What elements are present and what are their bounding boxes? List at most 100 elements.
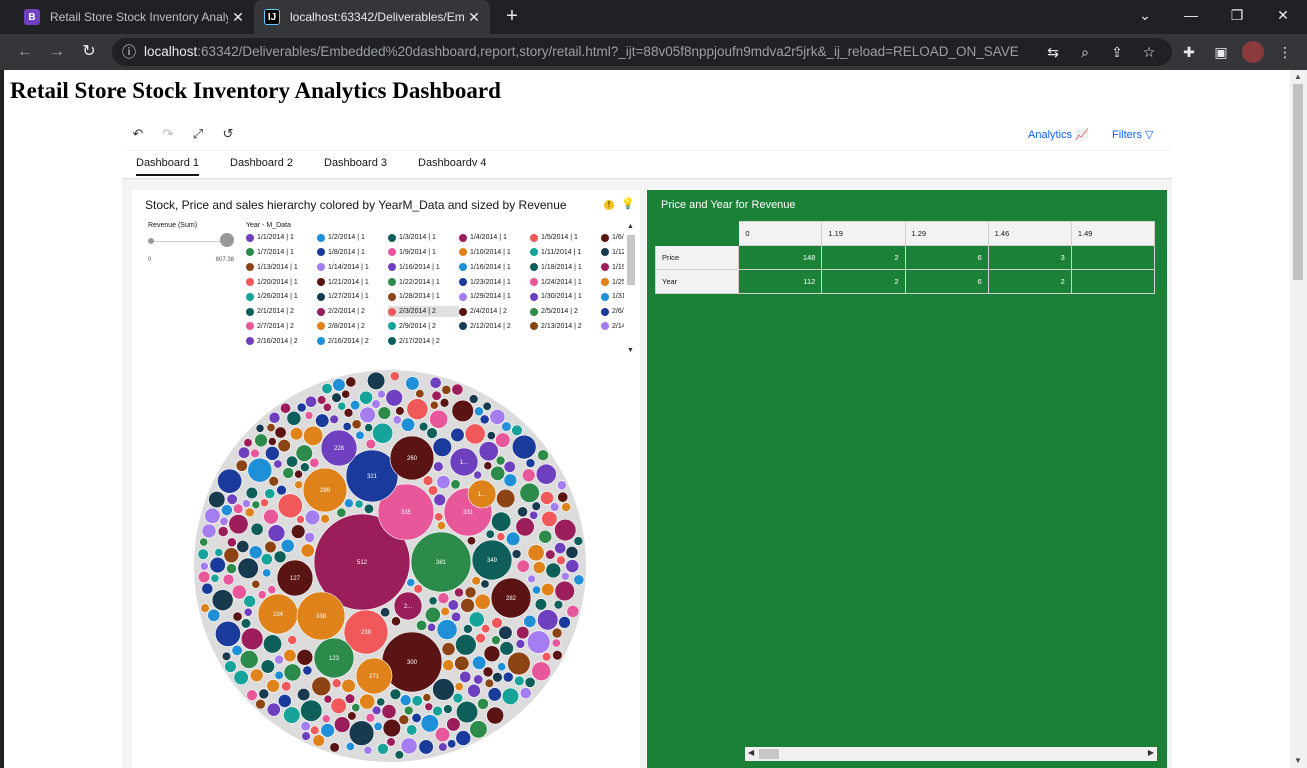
insight-bulb-icon[interactable]: 💡 — [621, 197, 635, 210]
legend-item[interactable]: 1/22/2014 | 1 — [388, 276, 459, 287]
legend-item[interactable]: 1/16/2014 | 1 — [459, 262, 530, 273]
reset-icon[interactable]: ↺ — [218, 126, 238, 144]
scroll-right-arrow[interactable]: ▶ — [1148, 748, 1154, 757]
table-scroll-thumb[interactable] — [759, 749, 779, 759]
legend-item[interactable]: 1/12/2014 | 1 — [601, 247, 624, 258]
back-icon[interactable]: ← — [14, 41, 36, 63]
table-cell[interactable]: 2 — [821, 269, 906, 294]
legend-item[interactable]: 2/9/2014 | 2 — [388, 321, 459, 332]
legend-item[interactable]: 2/17/2014 | 2 — [388, 335, 459, 346]
column-header[interactable]: 1.29 — [904, 221, 989, 246]
window-close-icon[interactable]: ✕ — [1260, 0, 1306, 30]
kebab-menu-icon[interactable]: ⋮ — [1274, 41, 1296, 63]
side-panel-icon[interactable]: ▣ — [1210, 41, 1232, 63]
legend-item[interactable]: 1/27/2014 | 1 — [317, 291, 388, 302]
row-header[interactable]: Year — [654, 269, 740, 294]
close-tab-icon[interactable]: ✕ — [228, 9, 248, 26]
legend-item[interactable]: 2/6/2014 | 2 — [601, 306, 624, 317]
translate-icon[interactable]: ⇆ — [1042, 41, 1064, 63]
table-cell[interactable]: 2 — [987, 269, 1072, 294]
table-cell[interactable]: 112 — [738, 269, 823, 294]
browser-tab-localhost[interactable]: IJ localhost:63342/Deliverables/Emb ✕ — [254, 0, 490, 34]
legend-item[interactable]: 1/9/2014 | 1 — [388, 247, 459, 258]
legend-item[interactable]: 1/28/2014 | 1 — [388, 291, 459, 302]
bubble-pack-chart[interactable]: 512 381 335 331 321 300 299 282 260 239 234 228 127 1… — [190, 368, 590, 764]
profile-avatar-icon[interactable] — [1242, 41, 1264, 63]
legend-item[interactable]: 1/10/2014 | 1 — [459, 247, 530, 258]
legend-item[interactable]: 1/16/2014 | 1 — [388, 262, 459, 273]
site-info-icon[interactable]: ⓘ — [118, 41, 140, 63]
legend-item[interactable]: 1/14/2014 | 1 — [317, 262, 388, 273]
legend-item[interactable]: 2/3/2014 | 2 — [388, 305, 459, 318]
legend-item[interactable]: 1/6/2014 | 1 — [601, 232, 624, 243]
legend-item[interactable]: 1/7/2014 | 1 — [246, 247, 317, 258]
warning-icon[interactable]: ! — [604, 200, 614, 210]
legend-item[interactable]: 2/1/2014 | 2 — [246, 306, 317, 317]
minimize-icon[interactable]: — — [1168, 0, 1214, 30]
scroll-down-arrow[interactable]: ▼ — [1294, 756, 1302, 765]
legend-item[interactable]: 2/8/2014 | 2 — [317, 321, 388, 332]
scroll-up-arrow[interactable]: ▲ — [1294, 72, 1302, 81]
legend-item[interactable]: 1/5/2014 | 1 — [530, 232, 601, 243]
legend-item[interactable]: 2/5/2014 | 2 — [530, 306, 601, 317]
filters-button[interactable]: Filters ▽ — [1112, 128, 1153, 141]
legend-scrollbar[interactable]: ▲ ▼ — [626, 223, 636, 361]
legend-scroll-thumb[interactable] — [627, 235, 635, 285]
table-cell[interactable] — [1070, 269, 1156, 294]
table-cell[interactable]: 148 — [738, 245, 823, 270]
table-horizontal-scrollbar[interactable]: ◀ ▶ — [745, 747, 1157, 761]
close-tab-icon[interactable]: ✕ — [464, 9, 484, 26]
legend-item[interactable]: 1/3/2014 | 1 — [388, 232, 459, 243]
legend-item[interactable]: 1/8/2014 | 1 — [317, 247, 388, 258]
table-cell[interactable]: 2 — [821, 245, 906, 270]
legend-item[interactable]: 1/2/2014 | 1 — [317, 232, 388, 243]
table-cell[interactable]: 6 — [904, 245, 989, 270]
reload-icon[interactable]: ↻ — [78, 41, 100, 63]
legend-item[interactable]: 1/18/2014 | 1 — [530, 262, 601, 273]
scroll-down-arrow[interactable]: ▼ — [627, 347, 634, 354]
column-header[interactable]: 0 — [738, 221, 823, 246]
tab-dashboard-3[interactable]: Dashboard 3 — [324, 157, 387, 169]
legend-item[interactable]: 1/31/2014 | 1 — [601, 291, 624, 302]
legend-item[interactable]: 1/23/2014 | 1 — [459, 276, 530, 287]
browser-tab-retail[interactable]: B Retail Store Stock Inventory Analy ✕ — [14, 0, 254, 34]
column-header[interactable]: 1.49 — [1070, 221, 1156, 246]
legend-item[interactable]: 1/25/2014 | 1 — [601, 276, 624, 287]
address-bar[interactable]: localhost:63342/Deliverables/Embedded%20… — [112, 38, 1172, 66]
legend-item[interactable]: 2/16/2014 | 2 — [317, 335, 388, 346]
analytics-button[interactable]: Analytics 📈 — [1028, 128, 1089, 141]
legend-item[interactable]: 1/26/2014 | 1 — [246, 291, 317, 302]
page-scroll-thumb[interactable] — [1293, 84, 1303, 280]
new-tab-icon[interactable]: + — [500, 4, 524, 28]
tab-search-icon[interactable]: ⌄ — [1122, 0, 1168, 30]
column-header[interactable]: 1.19 — [821, 221, 906, 246]
legend-item[interactable]: 2/12/2014 | 2 — [459, 321, 530, 332]
crosstab-widget[interactable]: Price and Year for Revenue 0 1.19 1.29 1… — [647, 190, 1167, 768]
expand-icon[interactable]: ⤢ — [188, 126, 208, 144]
legend-item[interactable]: 2/7/2014 | 2 — [246, 321, 317, 332]
legend-item[interactable]: 1/29/2014 | 1 — [459, 291, 530, 302]
table-cell[interactable]: 6 — [904, 269, 989, 294]
share-icon[interactable]: ⇪ — [1106, 41, 1128, 63]
scroll-up-arrow[interactable]: ▲ — [627, 223, 634, 230]
legend-item[interactable]: 1/24/2014 | 1 — [530, 276, 601, 287]
legend-item[interactable]: 1/20/2014 | 1 — [246, 276, 317, 287]
scroll-left-arrow[interactable]: ◀ — [748, 748, 754, 757]
restore-icon[interactable]: ❐ — [1214, 0, 1260, 30]
legend-item[interactable]: 1/30/2014 | 1 — [530, 291, 601, 302]
redo-icon[interactable]: ↷ — [158, 126, 178, 144]
undo-icon[interactable]: ↶ — [128, 126, 148, 144]
page-scrollbar[interactable]: ▲ ▼ — [1290, 70, 1307, 768]
legend-item[interactable]: 1/13/2014 | 1 — [246, 262, 317, 273]
table-cell[interactable]: 3 — [987, 245, 1072, 270]
forward-icon[interactable]: → — [46, 41, 68, 63]
tab-dashboard-4[interactable]: Dashboardv 4 — [418, 157, 487, 169]
bookmark-star-icon[interactable]: ☆ — [1138, 41, 1160, 63]
legend-item[interactable]: 1/11/2014 | 1 — [530, 247, 601, 258]
table-cell[interactable] — [1070, 245, 1156, 270]
legend-item[interactable]: 2/2/2014 | 2 — [317, 306, 388, 317]
legend-item[interactable]: 1/21/2014 | 1 — [317, 276, 388, 287]
row-header[interactable]: Price — [654, 245, 740, 270]
legend-item[interactable]: 2/13/2014 | 2 — [530, 321, 601, 332]
extensions-icon[interactable]: ✚ — [1178, 41, 1200, 63]
